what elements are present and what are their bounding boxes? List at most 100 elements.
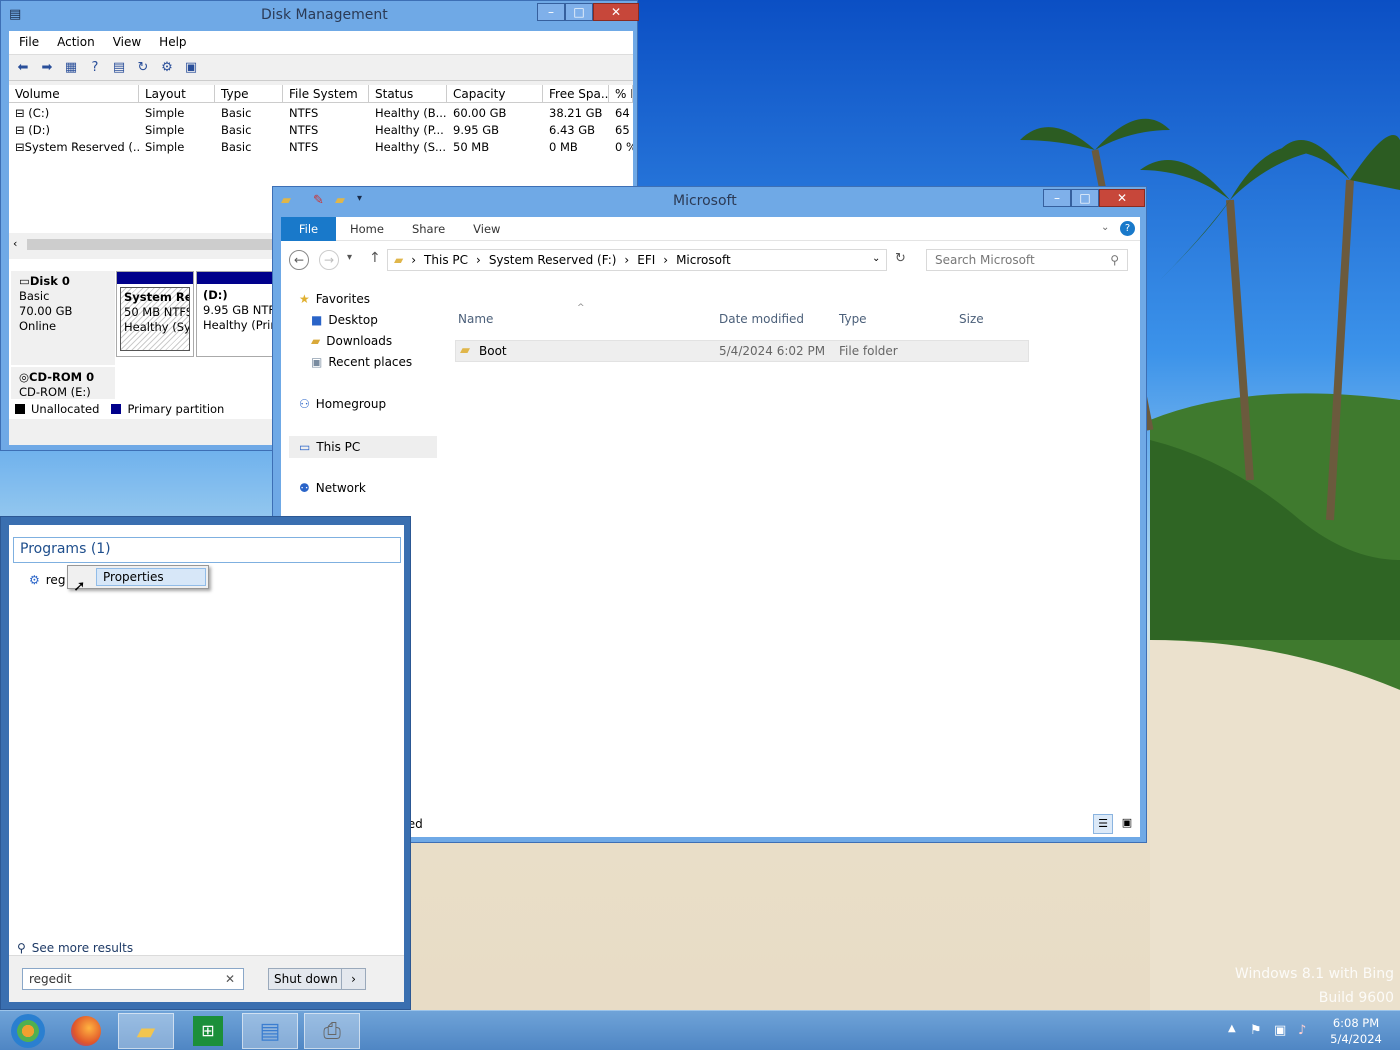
rescan-icon[interactable]: ▣ xyxy=(181,59,201,77)
close-button[interactable]: ✕ xyxy=(1099,189,1145,207)
volume-muted-icon[interactable]: ♪ xyxy=(1298,1023,1306,1038)
search-placeholder: Search Microsoft xyxy=(935,253,1035,267)
disk0-info[interactable]: ▭Disk 0 Basic 70.00 GB Online xyxy=(11,271,115,365)
new-folder-icon[interactable]: ▰ xyxy=(335,193,345,208)
nav-favorites[interactable]: ★ Favorites xyxy=(299,292,370,306)
menu-file[interactable]: File xyxy=(13,31,45,54)
taskbar-store[interactable]: ⊞ xyxy=(180,1013,236,1049)
maximize-button[interactable]: □ xyxy=(565,3,593,21)
col-type[interactable]: Type xyxy=(215,85,283,103)
partition-system-reserved[interactable]: System Res 50 MB NTFS Healthy (Sys xyxy=(116,271,194,357)
program-result-regedit[interactable]: ⚙ reg xyxy=(29,573,65,587)
col-status[interactable]: Status xyxy=(369,85,447,103)
breadcrumb-item[interactable]: System Reserved (F:) xyxy=(489,253,617,267)
col-layout[interactable]: Layout xyxy=(139,85,215,103)
scroll-thumb[interactable] xyxy=(27,239,277,250)
menu-help[interactable]: Help xyxy=(153,31,192,54)
context-properties[interactable]: Properties xyxy=(96,568,206,586)
chevron-right-icon[interactable]: › xyxy=(476,253,481,267)
expand-ribbon-icon[interactable]: ⌄ xyxy=(1101,222,1109,233)
col-volume[interactable]: Volume xyxy=(9,85,139,103)
up-icon[interactable]: ↑ xyxy=(369,250,381,266)
scroll-left-icon[interactable]: ‹ xyxy=(13,237,17,250)
taskbar-firefox[interactable] xyxy=(58,1013,114,1049)
show-hidden-icons[interactable]: ▲ xyxy=(1228,1023,1236,1034)
cell-volume: System Reserved (... xyxy=(24,140,139,154)
taskbar-printer[interactable]: ⎙ xyxy=(304,1013,360,1049)
tab-share[interactable]: Share xyxy=(398,217,459,241)
chevron-right-icon[interactable]: › xyxy=(624,253,629,267)
taskbar-file-explorer[interactable]: ▰ xyxy=(118,1013,174,1049)
forward-icon[interactable]: → xyxy=(319,250,339,270)
col-size[interactable]: Size xyxy=(959,312,984,326)
back-arrow-icon[interactable]: ⬅ xyxy=(13,59,33,77)
help-icon[interactable]: ? xyxy=(1120,221,1135,236)
nav-desktop[interactable]: ■ Desktop xyxy=(311,313,378,327)
properties-quick-icon[interactable]: ✎ xyxy=(313,193,324,208)
programs-group-header[interactable]: Programs (1) xyxy=(13,537,401,563)
taskbar: ▰ ⊞ ▤ ⎙ ▲ ⚑ ▣ ♪ 6:08 PM 5/4/2024 xyxy=(0,1010,1400,1050)
nav-downloads[interactable]: ▰ Downloads xyxy=(311,334,392,348)
close-button[interactable]: ✕ xyxy=(593,3,639,21)
refresh-icon[interactable]: ↻ xyxy=(895,251,906,266)
recent-locations-icon[interactable]: ▾ xyxy=(347,252,352,263)
breadcrumb-item[interactable]: EFI xyxy=(637,253,655,267)
start-button[interactable] xyxy=(0,1013,56,1049)
network-status-icon[interactable]: ▣ xyxy=(1274,1023,1286,1038)
nav-homegroup[interactable]: ⚇ Homegroup xyxy=(299,397,386,411)
tab-file[interactable]: File xyxy=(281,216,336,241)
action-center-flag-icon[interactable]: ⚑ xyxy=(1250,1023,1262,1038)
see-more-results[interactable]: ⚲ See more results xyxy=(17,941,133,955)
file-row-boot[interactable]: ▰ Boot 5/4/2024 6:02 PM File folder xyxy=(455,340,1029,362)
show-hide-tree-icon[interactable]: ▦ xyxy=(61,59,81,77)
menu-view[interactable]: View xyxy=(107,31,147,54)
minimize-button[interactable]: – xyxy=(1043,189,1071,207)
properties-icon[interactable]: ⚙ xyxy=(157,59,177,77)
cdrom-info[interactable]: ◎CD-ROM 0 CD-ROM (E:) xyxy=(11,367,115,399)
customize-qat-icon[interactable]: ▾ xyxy=(357,193,362,204)
clock[interactable]: 6:08 PM 5/4/2024 xyxy=(1320,1015,1392,1047)
col-date-modified[interactable]: Date modified xyxy=(719,312,804,326)
search-icon[interactable]: ⚲ xyxy=(1110,253,1119,267)
partition-bar xyxy=(197,272,273,284)
col-capacity[interactable]: Capacity xyxy=(447,85,543,103)
tab-view[interactable]: View xyxy=(459,217,514,241)
nav-network[interactable]: ⚉ Network xyxy=(299,481,366,495)
taskbar-disk-management[interactable]: ▤ xyxy=(242,1013,298,1049)
tab-home[interactable]: Home xyxy=(336,217,398,241)
refresh-icon[interactable]: ↻ xyxy=(133,59,153,77)
maximize-button[interactable]: □ xyxy=(1071,189,1099,207)
nav-recent-places[interactable]: ▣ Recent places xyxy=(311,355,412,369)
explorer-titlebar[interactable]: ▰ ✎ ▰ ▾ Microsoft – □ ✕ xyxy=(273,187,1146,217)
col-free-space[interactable]: Free Spa... xyxy=(543,85,609,103)
col-type[interactable]: Type xyxy=(839,312,867,326)
cell-percent: 0 % xyxy=(615,140,633,154)
address-dropdown-icon[interactable]: ⌄ xyxy=(872,253,880,264)
view-icon[interactable]: ▤ xyxy=(109,59,129,77)
col-name[interactable]: Name xyxy=(458,312,493,326)
cell-volume: (D:) xyxy=(28,123,50,137)
shutdown-button[interactable]: Shut down › xyxy=(268,968,366,990)
shutdown-options-icon[interactable]: › xyxy=(341,969,365,989)
clear-search-icon[interactable]: ✕ xyxy=(225,972,235,986)
details-view-icon[interactable]: ☰ xyxy=(1093,814,1113,834)
large-icons-view-icon[interactable]: ▣ xyxy=(1117,814,1137,834)
chevron-right-icon[interactable]: › xyxy=(663,253,668,267)
partition-d[interactable]: (D:) 9.95 GB NTFS Healthy (Prim xyxy=(196,271,274,357)
help-icon[interactable]: ? xyxy=(85,59,105,77)
breadcrumb-item[interactable]: Microsoft xyxy=(676,253,731,267)
nav-this-pc[interactable]: ▭ This PC xyxy=(289,436,437,458)
col-percent-free[interactable]: % F xyxy=(609,85,633,103)
disk-management-titlebar[interactable]: ▤ Disk Management – □ ✕ xyxy=(1,1,639,31)
forward-arrow-icon[interactable]: ➡ xyxy=(37,59,57,77)
minimize-button[interactable]: – xyxy=(537,3,565,21)
clock-date: 5/4/2024 xyxy=(1330,1032,1382,1046)
cell-type: Basic xyxy=(221,123,252,137)
menu-action[interactable]: Action xyxy=(51,31,101,54)
address-bar[interactable]: ▰ › This PC › System Reserved (F:) › EFI › M… xyxy=(387,249,887,271)
back-icon[interactable]: ← xyxy=(289,250,309,270)
col-file-system[interactable]: File System xyxy=(283,85,369,103)
search-input[interactable]: Search Microsoft ⚲ xyxy=(926,249,1128,271)
breadcrumb-item[interactable]: This PC xyxy=(424,253,468,267)
start-search-input[interactable]: regedit ✕ xyxy=(22,968,244,990)
